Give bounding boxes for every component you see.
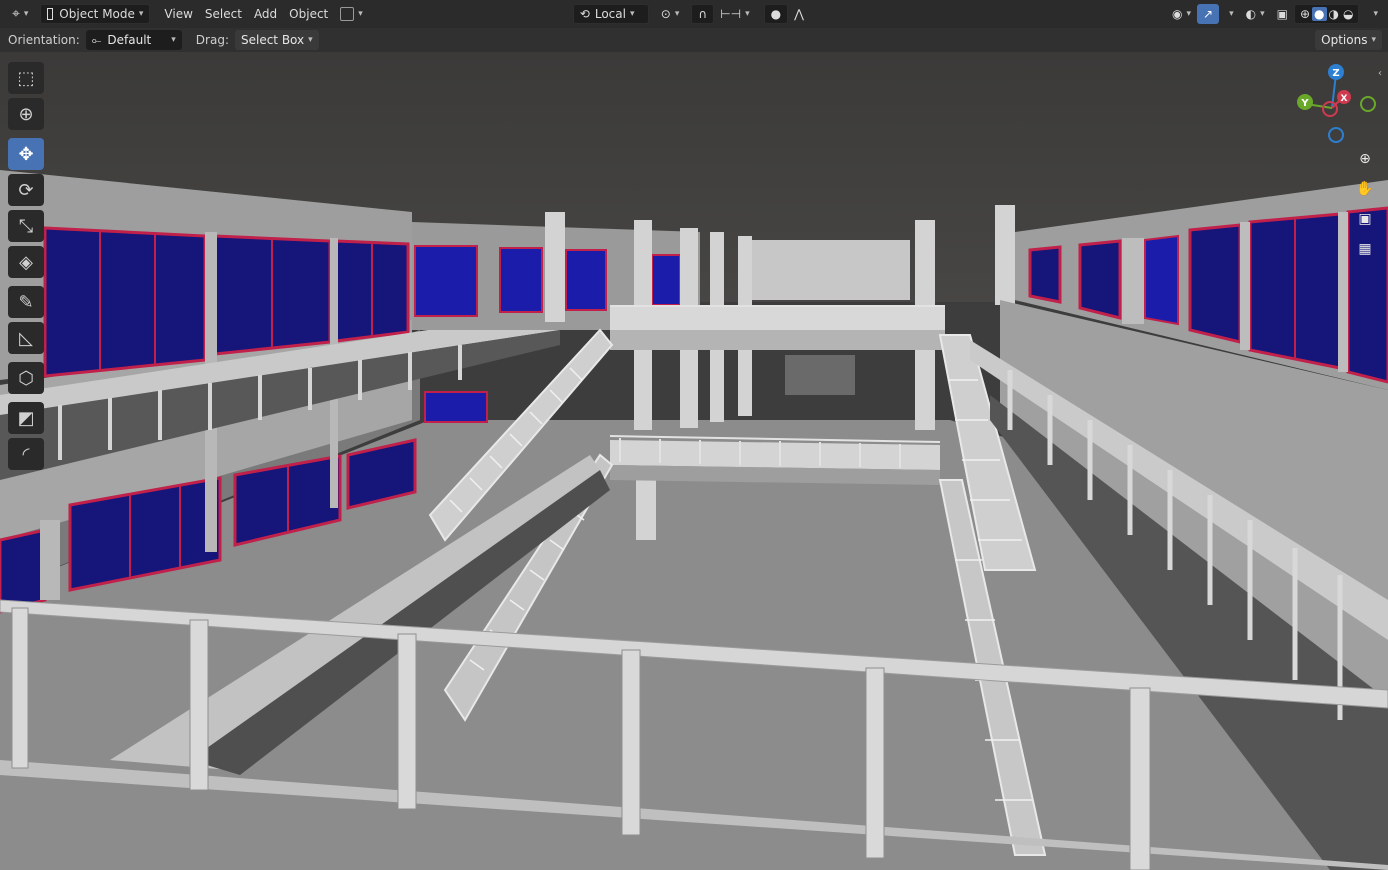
- solid-shading-icon[interactable]: ●: [1312, 7, 1327, 21]
- upper-bridge: [610, 305, 945, 330]
- xray-icon: ▣: [1276, 7, 1288, 21]
- chevron-down-icon: ▾: [629, 9, 635, 19]
- select-mode-button[interactable]: ▾: [334, 4, 369, 24]
- visibility-button[interactable]: ◉ ▾: [1166, 4, 1197, 24]
- shading-dropdown[interactable]: ▾: [1363, 4, 1384, 24]
- falloff-curve-icon: ⋀: [794, 7, 804, 21]
- chevron-down-icon: ▾: [1373, 9, 1378, 19]
- rendered-shading-icon[interactable]: ◒: [1341, 7, 1355, 21]
- chevron-down-icon: ▾: [1229, 9, 1234, 19]
- chevron-down-icon: ▾: [23, 9, 29, 19]
- viewport-header: ⌖ ▾ Object Mode ▾ View Select Add Object …: [0, 0, 1388, 28]
- snap-toggle[interactable]: ∩: [691, 4, 715, 24]
- perspective-grid-icon[interactable]: ▦: [1352, 236, 1378, 262]
- toolbar: ⬚ ⊕ ✥ ⟳ ⤡ ◈ ✎ ◺ ⬡ ◩ ◜: [8, 62, 48, 474]
- proportional-edit-icon: ●: [770, 7, 782, 21]
- orientation-dropdown[interactable]: ⟜ Default ▾: [85, 30, 182, 50]
- magnet-icon: ∩: [698, 7, 708, 21]
- move-icon[interactable]: ✥: [8, 138, 44, 170]
- upper-bridge-underside: [610, 330, 945, 350]
- 3d-viewport[interactable]: Z Y X ⊕ ✋ ▣ ▦ ‹: [0, 52, 1388, 870]
- options-label: Options: [1321, 33, 1368, 47]
- snap-target-button[interactable]: ⊢⊣ ▾: [714, 4, 755, 24]
- material-shading-icon[interactable]: ◑: [1327, 7, 1341, 21]
- transform-orientation-dropdown[interactable]: ⟲ Local ▾: [572, 4, 649, 24]
- annotate-icon[interactable]: ✎: [8, 286, 44, 318]
- sidebar-toggle-icon[interactable]: ‹: [1378, 68, 1382, 79]
- bevel-icon[interactable]: ◜: [8, 438, 44, 470]
- overlays-icon: ◐: [1245, 7, 1257, 21]
- back-opening: [785, 355, 855, 395]
- drag-label: Drag:: [195, 33, 229, 47]
- x-axis-label: X: [1341, 94, 1348, 104]
- options-dropdown[interactable]: Options ▾: [1315, 30, 1382, 50]
- shading-buttons: ⊕ ● ◑ ◒: [1293, 4, 1360, 24]
- chevron-down-icon: ▾: [1371, 35, 1376, 45]
- gizmo-icon: ↗: [1203, 7, 1214, 21]
- tool-settings-header: Orientation: ⟜ Default ▾ Drag: Select Bo…: [0, 28, 1388, 52]
- object-mode-icon: [47, 8, 54, 20]
- pan-hand-icon[interactable]: ✋: [1352, 176, 1378, 202]
- orientation-icon: ⟜: [91, 32, 102, 47]
- inset-icon[interactable]: ◩: [8, 402, 44, 434]
- menu-object[interactable]: Object: [283, 4, 334, 24]
- eye-icon: ◉: [1171, 7, 1183, 21]
- overlays-toggle[interactable]: ◐ ▾: [1240, 4, 1271, 24]
- neg-y-axis-icon[interactable]: [1360, 96, 1376, 112]
- back-center-wall: [750, 240, 910, 300]
- orientation-label: Orientation:: [8, 33, 80, 47]
- snap-increment-icon: ⊢⊣: [720, 7, 742, 21]
- drag-value: Select Box: [240, 33, 305, 47]
- pivot-icon: ⊙: [660, 7, 671, 21]
- orientation-value: Default: [107, 33, 152, 47]
- scene-render: [0, 52, 1388, 870]
- rotate-icon[interactable]: ⟳: [8, 174, 44, 206]
- menu-select[interactable]: Select: [199, 4, 248, 24]
- pivot-point-button[interactable]: ⊙ ▾: [655, 4, 686, 24]
- chevron-down-icon: ▾: [358, 9, 363, 19]
- measure-icon[interactable]: ◺: [8, 322, 44, 354]
- transform-icon[interactable]: ◈: [8, 246, 44, 278]
- transform-orientation-label: Local: [594, 7, 626, 21]
- navigation-gizmo[interactable]: Z Y X: [1290, 60, 1380, 150]
- menu-add[interactable]: Add: [248, 4, 283, 24]
- y-axis-label: Y: [1300, 98, 1309, 109]
- z-axis-label: Z: [1332, 68, 1339, 79]
- chevron-down-icon: ▾: [1260, 9, 1265, 19]
- chevron-down-icon: ▾: [308, 35, 313, 45]
- scale-icon[interactable]: ⤡: [8, 210, 44, 242]
- chevron-down-icon: ▾: [171, 35, 176, 45]
- falloff-button[interactable]: ⋀: [788, 4, 810, 24]
- add-cube-icon[interactable]: ⬡: [8, 362, 44, 394]
- proportional-edit-toggle[interactable]: ●: [763, 4, 789, 24]
- gizmo-toggle[interactable]: ↗: [1197, 4, 1220, 24]
- menu-view[interactable]: View: [158, 4, 198, 24]
- mode-label: Object Mode: [59, 7, 135, 21]
- local-orientation-icon: ⟲: [579, 7, 590, 21]
- neg-z-axis-icon[interactable]: [1328, 127, 1344, 143]
- drag-dropdown[interactable]: Select Box ▾: [234, 30, 319, 50]
- chevron-down-icon: ▾: [1186, 9, 1191, 19]
- chevron-down-icon: ▾: [138, 9, 144, 19]
- zoom-icon[interactable]: ⊕: [1352, 146, 1378, 172]
- xray-toggle[interactable]: ▣: [1271, 4, 1294, 24]
- select-mode-icon: [340, 7, 355, 21]
- chevron-down-icon: ▾: [674, 9, 680, 19]
- camera-icon[interactable]: ▣: [1352, 206, 1378, 232]
- select-box-icon[interactable]: ⬚: [8, 62, 44, 94]
- editor-type-icon: ⌖: [12, 6, 20, 22]
- gizmo-dropdown[interactable]: ▾: [1219, 4, 1240, 24]
- editor-type-button[interactable]: ⌖ ▾: [6, 4, 34, 24]
- neg-x-axis-icon[interactable]: [1322, 101, 1338, 117]
- mode-dropdown[interactable]: Object Mode ▾: [40, 4, 151, 24]
- cursor-icon[interactable]: ⊕: [8, 98, 44, 130]
- chevron-down-icon: ▾: [745, 9, 750, 19]
- wireframe-shading-icon[interactable]: ⊕: [1298, 7, 1312, 21]
